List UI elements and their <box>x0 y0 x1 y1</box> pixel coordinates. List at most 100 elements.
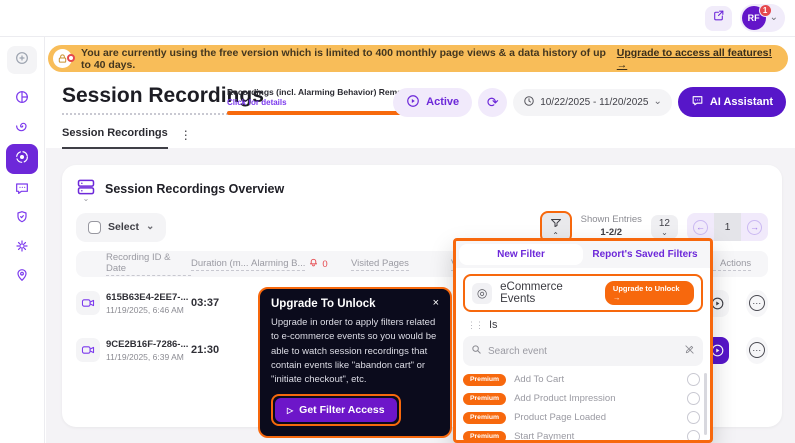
select-all-checkbox[interactable] <box>88 220 101 234</box>
chevron-down-icon: ⌄ <box>82 194 90 203</box>
event-option[interactable]: Premium Add To Cart <box>463 370 700 389</box>
scrollbar[interactable] <box>704 373 707 435</box>
sidebar <box>0 37 45 443</box>
spiral-icon <box>14 118 30 139</box>
banner-text: You are currently using the free version… <box>81 46 606 71</box>
get-filter-access-label: Get Filter Access <box>299 404 385 417</box>
recording-id: 615B63E4-2EE7-... <box>106 291 189 303</box>
premium-badge: Premium <box>463 392 507 405</box>
active-status-button[interactable]: Active <box>393 87 473 117</box>
clock-icon <box>523 95 535 110</box>
column-visited-pages[interactable]: Visited Pages <box>351 258 409 271</box>
tooltip-body: Upgrade in order to apply filters relate… <box>271 317 437 385</box>
next-page-button[interactable]: → <box>741 219 768 235</box>
top-bar: RF 1 ⌄ <box>0 0 795 37</box>
avatar: RF 1 <box>741 4 772 30</box>
sidebar-item-session-recordings[interactable] <box>6 144 38 174</box>
filter-category-label: eCommerce Events <box>500 281 563 305</box>
sidebar-item-analytics[interactable] <box>7 86 37 112</box>
filter-category-row[interactable]: ◎ eCommerce Events Upgrade to Unlock → <box>463 274 703 312</box>
ai-assistant-label: AI Assistant <box>709 96 773 108</box>
clear-search-icon[interactable] <box>684 342 695 360</box>
search-icon <box>471 342 482 360</box>
event-option[interactable]: Premium Product Page Loaded <box>463 408 700 427</box>
target-icon: ◎ <box>472 282 493 304</box>
sidebar-item-heatmaps[interactable] <box>7 115 37 141</box>
tab-new-filter[interactable]: New Filter <box>459 244 583 265</box>
condition-row[interactable]: ⋮⋮ Is <box>456 318 710 334</box>
avatar-initials: RF <box>747 13 760 23</box>
play-outline-icon: ▷ <box>287 405 294 415</box>
select-button[interactable]: Select ⌄ <box>76 212 167 242</box>
video-camera-icon <box>76 338 100 362</box>
share-icon <box>712 9 725 27</box>
premium-badge: Premium <box>463 430 507 440</box>
get-filter-access-highlight: ▷ Get Filter Access <box>271 394 401 427</box>
event-option[interactable]: Premium Add Product Impression <box>463 389 700 408</box>
column-duration[interactable]: Duration (m... <box>191 258 249 271</box>
account-menu[interactable]: RF 1 ⌄ <box>739 4 785 32</box>
location-pin-icon <box>14 267 30 288</box>
tab-saved-filters[interactable]: Report's Saved Filters <box>583 244 707 265</box>
event-option[interactable]: Premium Start Payment <box>463 427 700 440</box>
recording-date: 11/19/2025, 6:46 AM <box>106 304 184 315</box>
overview-title: Session Recordings Overview <box>105 182 285 196</box>
sidebar-item-security[interactable] <box>7 206 37 232</box>
chevron-down-icon: ⌄ <box>653 96 662 107</box>
tab-session-recordings[interactable]: Session Recordings <box>62 127 168 149</box>
date-range-value: 10/22/2025 - 11/20/2025 <box>540 96 649 108</box>
video-camera-icon <box>76 291 100 315</box>
chat-bubble-icon <box>14 180 30 201</box>
condition-value: Is <box>489 319 498 331</box>
page-size-select[interactable]: 12 ⌄ <box>650 214 678 240</box>
drag-handle-icon[interactable]: ⋮⋮ <box>467 320 484 331</box>
sidebar-item-journeys[interactable] <box>7 264 37 290</box>
arrow-left-icon: ← <box>693 219 708 235</box>
search-input[interactable] <box>488 345 678 357</box>
current-page[interactable]: 1 <box>714 213 741 241</box>
recording-date: 11/19/2025, 6:39 AM <box>106 351 184 362</box>
pie-chart-icon <box>14 89 30 110</box>
chevron-down-icon: ⌄ <box>145 221 155 232</box>
radio-button[interactable] <box>687 392 700 405</box>
kebab-menu-icon[interactable]: ⋮ <box>180 127 192 142</box>
radio-button[interactable] <box>687 373 700 386</box>
column-alarming-behavior[interactable]: Alarming B... <box>251 258 306 271</box>
sidebar-item-collapse[interactable] <box>7 46 37 74</box>
row-menu-button[interactable]: ⋯ <box>745 289 768 317</box>
database-icon[interactable]: ⌄ <box>76 177 96 203</box>
shield-icon <box>14 209 30 230</box>
chevron-down-icon: ⌄ <box>661 228 668 238</box>
lock-icon <box>53 49 75 68</box>
date-range-picker[interactable]: 10/22/2025 - 11/20/2025 ⌄ <box>513 88 672 116</box>
alarm-bell-icon <box>308 257 319 271</box>
app-window: RF 1 ⌄ You are currently using the free … <box>0 0 795 443</box>
tooltip-title: Upgrade To Unlock <box>271 298 376 310</box>
upgrade-to-unlock-badge[interactable]: Upgrade to Unlock → <box>604 281 694 305</box>
upgrade-link[interactable]: Upgrade to access all features! → <box>617 47 772 71</box>
ellipsis-icon: ⋯ <box>748 295 765 311</box>
ai-assistant-button[interactable]: AI Assistant <box>677 87 786 117</box>
column-recording-id[interactable]: Recording ID & Date <box>106 252 191 276</box>
prev-page-button[interactable]: ← <box>687 219 714 235</box>
alert-dot-icon <box>67 54 75 62</box>
radio-button[interactable] <box>687 430 700 440</box>
card-header: ⌄ Session Recordings Overview <box>62 165 782 203</box>
refresh-button[interactable]: ⟳ <box>478 87 508 117</box>
chevron-down-icon: ⌄ <box>769 12 778 23</box>
event-search <box>463 336 703 366</box>
close-icon[interactable]: × <box>433 298 439 309</box>
row-menu-button[interactable]: ⋯ <box>745 336 768 364</box>
recording-id: 9CE2B16F-7286-... <box>106 338 189 350</box>
get-filter-access-button[interactable]: ▷ Get Filter Access <box>275 398 397 423</box>
share-button[interactable] <box>704 5 732 31</box>
upgrade-tooltip: Upgrade To Unlock × Upgrade in order to … <box>258 287 452 439</box>
sidebar-item-feedback[interactable] <box>7 177 37 203</box>
event-name: Add To Cart <box>514 374 565 385</box>
sidebar-item-settings[interactable] <box>7 235 37 261</box>
radio-button[interactable] <box>687 411 700 424</box>
recording-lens-icon <box>14 149 30 170</box>
ellipsis-icon: ⋯ <box>748 342 765 358</box>
click-for-details-link[interactable]: Click for details <box>227 98 417 107</box>
free-version-banner: You are currently using the free version… <box>48 45 788 72</box>
